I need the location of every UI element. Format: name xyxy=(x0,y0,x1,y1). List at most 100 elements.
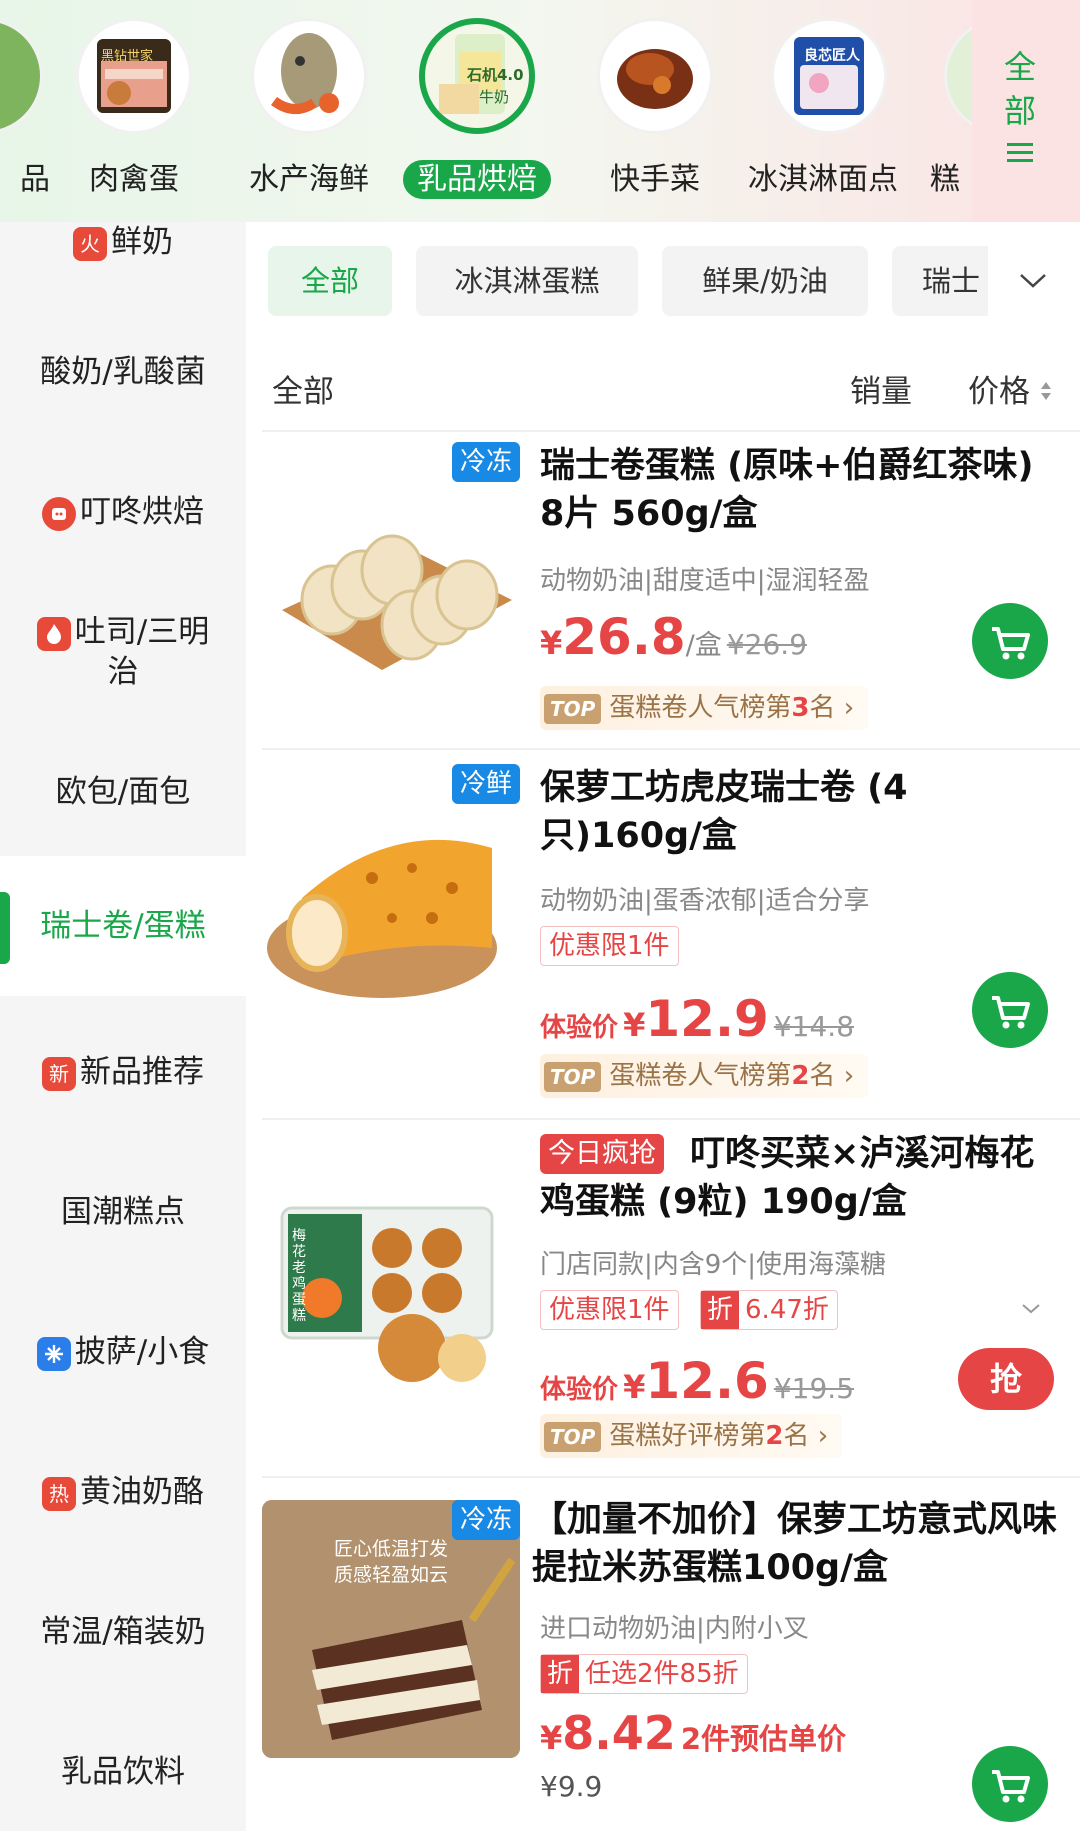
category-item-partial-left[interactable]: 品 xyxy=(0,18,60,198)
category-item-seafood[interactable]: 水产海鲜 xyxy=(234,18,384,198)
divider xyxy=(262,748,1080,750)
category-item-dairy-bakery[interactable]: 石机4.0 牛奶 乳品烘焙 xyxy=(402,18,552,199)
product-title: 瑞士卷蛋糕 (原味+伯爵红茶味) 8片 560g/盒 xyxy=(540,446,1034,534)
chevron-down-icon xyxy=(1020,274,1046,288)
category-item-quick-dish[interactable]: 快手菜 xyxy=(580,18,730,198)
ranking-link[interactable]: TOP 蛋糕好评榜第2名 › xyxy=(540,1414,843,1458)
product-card[interactable]: 梅花老鸡蛋糕 今日疯抢 叮咚买菜×泸溪河梅花鸡蛋糕 (9粒) 190g/盒 门店… xyxy=(262,1134,1080,1478)
category-label: 品 xyxy=(20,162,50,197)
ranking-text-post: 名 xyxy=(809,693,836,723)
chip-all[interactable]: 全部 xyxy=(268,246,392,316)
product-image: 梅花老鸡蛋糕 xyxy=(262,1188,520,1446)
category-image xyxy=(251,18,367,134)
sidebar-item-pizza[interactable]: 披萨/小食 xyxy=(0,1332,246,1372)
price-prefix: 体验价 xyxy=(540,1013,619,1043)
sort-sales[interactable]: 销量 xyxy=(850,366,912,411)
promo-tag: 优惠限1件 xyxy=(540,926,679,966)
sort-all[interactable]: 全部 xyxy=(272,366,334,411)
all-categories-text-2: 部 xyxy=(1003,92,1036,130)
category-image: 石机4.0 牛奶 xyxy=(419,18,535,134)
add-to-cart-button[interactable] xyxy=(972,972,1048,1048)
cart-icon xyxy=(992,627,1030,660)
add-to-cart-button[interactable] xyxy=(972,603,1048,679)
sidebar-item-new[interactable]: 新新品推荐 xyxy=(0,1052,246,1092)
sidebar-item-dingdong-bakery[interactable]: 叮咚烘焙 xyxy=(0,492,246,532)
cart-icon xyxy=(992,1770,1030,1803)
chip-icecream-cake[interactable]: 冰淇淋蛋糕 xyxy=(416,246,638,316)
chevron-right-icon: › xyxy=(843,1061,855,1091)
product-image xyxy=(262,460,520,718)
ranking-link[interactable]: TOP 蛋糕卷人气榜第3名 › xyxy=(540,686,869,730)
sidebar-item-toast[interactable]: 吐司/三明 治 xyxy=(0,612,246,692)
sidebar-item-boxed-milk[interactable]: 常温/箱装奶 xyxy=(0,1612,246,1652)
sidebar-item-bread[interactable]: 欧包/面包 xyxy=(0,772,246,812)
ranking-number: 3 xyxy=(791,693,810,723)
ranking-link[interactable]: TOP 蛋糕卷人气榜第2名 › xyxy=(540,1054,869,1098)
category-bar: 品 黑钻世家 肉禽蛋 水产海鲜 石机4.0 牛奶 乳品烘焙 快手菜 良芯匠人 冰… xyxy=(0,0,1080,222)
sidebar-item-fresh-milk[interactable]: 火鲜奶 xyxy=(0,222,246,262)
all-categories-button[interactable]: 全 部 xyxy=(990,45,1050,177)
frozen-tag: 冷冻 xyxy=(452,1500,521,1540)
chevron-right-icon: › xyxy=(843,693,855,723)
product-image xyxy=(262,778,520,1036)
discount-tag: 折 6.47折 xyxy=(700,1290,838,1330)
chip-fruit-cream[interactable]: 鲜果/奶油 xyxy=(662,246,868,316)
cart-icon xyxy=(992,996,1030,1029)
product-title: 叮咚买菜×泸溪河梅花鸡蛋糕 (9粒) 190g/盒 xyxy=(540,1134,1035,1222)
discount-icon: 折 xyxy=(541,1655,580,1693)
original-price: ¥19.5 xyxy=(773,1372,855,1405)
product-image-text: 质感轻盈如云 xyxy=(334,1564,449,1586)
currency-symbol: ¥ xyxy=(540,624,563,662)
category-item-icecream[interactable]: 良芯匠人 冰淇淋面点 xyxy=(748,18,904,198)
sort-price-label: 价格 xyxy=(968,374,1030,410)
ranking-text-pre: 蛋糕卷人气榜第 xyxy=(609,1061,792,1091)
regular-price: ¥9.9 xyxy=(540,1770,603,1803)
brand-text: 良芯匠人 xyxy=(804,48,860,64)
price: 26.8 xyxy=(562,608,686,666)
sidebar-item-label: 国潮糕点 xyxy=(61,1194,185,1230)
sidebar-item-swiss-roll[interactable]: 瑞士卷/蛋糕 xyxy=(0,856,246,996)
category-item-meat-egg[interactable]: 黑钻世家 肉禽蛋 xyxy=(59,18,209,198)
add-to-cart-button[interactable] xyxy=(972,1746,1048,1822)
product-card[interactable]: 冷冻 瑞士卷蛋糕 (原味+伯爵红茶味) 8片 560g/盒 动物奶油|甜度适中|… xyxy=(262,442,1080,740)
original-price: ¥14.8 xyxy=(773,1010,855,1043)
sidebar-item-label: 欧包/面包 xyxy=(55,774,191,810)
product-subtitle: 动物奶油|蛋香浓郁|适合分享 xyxy=(540,886,870,916)
sidebar-item-dairy-drinks[interactable]: 乳品饮料 xyxy=(0,1752,246,1792)
sidebar-item-label: 叮咚烘焙 xyxy=(80,494,204,530)
ranking-number: 2 xyxy=(765,1421,784,1451)
price-line: 体验价 ¥12.9 ¥14.8 xyxy=(540,990,854,1048)
frozen-tag: 冷冻 xyxy=(452,442,521,482)
price: 12.9 xyxy=(645,990,769,1048)
product-subtitle: 门店同款|内含9个|使用海藻糖 xyxy=(540,1250,887,1280)
sidebar-item-butter-cheese[interactable]: 热黄油奶酪 xyxy=(0,1472,246,1512)
sidebar-item-label-line2: 治 xyxy=(107,654,139,690)
sidebar-item-label: 瑞士卷/蛋糕 xyxy=(40,908,206,944)
top-icon: TOP xyxy=(544,1061,602,1092)
product-subtitle: 动物奶油|甜度适中|湿润轻盈 xyxy=(540,566,870,596)
chip-expand[interactable] xyxy=(1000,246,1080,316)
currency-symbol: ¥ xyxy=(540,1719,563,1757)
ranking-text-post: 名 xyxy=(783,1421,810,1451)
discount-icon: 折 xyxy=(701,1291,740,1329)
sort-price[interactable]: 价格 xyxy=(968,366,1052,411)
price-prefix: 体验价 xyxy=(540,1375,619,1405)
ranking-number: 2 xyxy=(791,1061,810,1091)
category-image xyxy=(597,18,713,134)
product-text: 石机4.0 xyxy=(467,66,524,84)
category-label: 快手菜 xyxy=(610,162,700,197)
sidebar-item-yogurt[interactable]: 酸奶/乳酸菌 xyxy=(0,352,246,392)
category-label: 冰淇淋面点 xyxy=(748,162,898,197)
category-label: 肉禽蛋 xyxy=(89,162,179,197)
price-line: 体验价 ¥12.6 ¥19.5 xyxy=(540,1352,854,1410)
expand-chevron-icon[interactable] xyxy=(1020,1302,1042,1316)
promo-tag: 优惠限1件 xyxy=(540,1290,679,1330)
discount-text: 任选2件85折 xyxy=(585,1659,739,1689)
chip-swiss[interactable]: 瑞士 xyxy=(892,246,988,316)
grab-button[interactable]: 抢 xyxy=(958,1348,1054,1410)
product-card[interactable]: 匠心低温打发 质感轻盈如云 冷冻 【加量不加价】保萝工坊意式风味提拉米苏蛋糕10… xyxy=(262,1496,1080,1831)
product-card[interactable]: 冷鲜 保萝工坊虎皮瑞士卷 (4只)160g/盒 动物奶油|蛋香浓郁|适合分享 优… xyxy=(262,764,1080,1108)
sidebar-item-chinese-pastry[interactable]: 国潮糕点 xyxy=(0,1192,246,1232)
top-icon: TOP xyxy=(544,1421,602,1452)
category-image xyxy=(0,18,43,134)
